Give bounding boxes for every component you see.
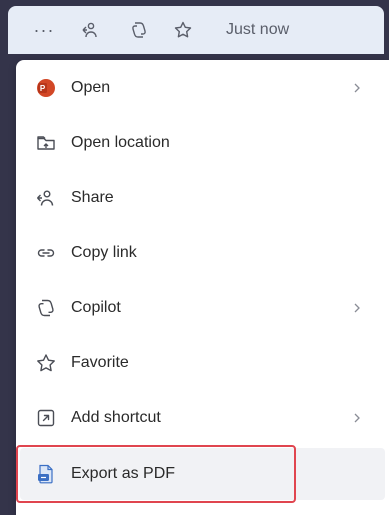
- share-icon: [34, 186, 58, 210]
- menu-item-label: Copilot: [71, 299, 121, 316]
- svg-text:P: P: [40, 84, 46, 93]
- menu-item-label: Share: [71, 189, 114, 206]
- menu-item-open-location[interactable]: Open location: [16, 117, 389, 169]
- menu-item-open[interactable]: P Open: [16, 62, 389, 114]
- shortcut-icon: [34, 406, 58, 430]
- copilot-icon: [34, 296, 58, 320]
- file-row-toolbar: ··· Just now: [8, 6, 384, 54]
- menu-item-label: Add shortcut: [71, 409, 161, 426]
- share-icon[interactable]: [78, 14, 104, 46]
- menu-item-label: Favorite: [71, 354, 129, 371]
- menu-item-share[interactable]: Share: [16, 172, 389, 224]
- more-options-button[interactable]: ···: [32, 14, 56, 46]
- menu-item-copilot[interactable]: Copilot: [16, 282, 389, 334]
- menu-item-favorite[interactable]: Favorite: [16, 337, 389, 389]
- menu-item-label: Copy link: [71, 244, 137, 261]
- menu-item-label: Open: [71, 79, 111, 96]
- star-icon: [34, 351, 58, 375]
- favorite-star-icon[interactable]: [170, 14, 196, 46]
- app-frame: ··· Just now P Open Open location Share …: [0, 0, 389, 515]
- menu-item-add-shortcut[interactable]: Add shortcut: [16, 392, 389, 444]
- menu-item-label: Export as PDF: [71, 465, 176, 482]
- folder-icon: [34, 131, 58, 155]
- copilot-icon[interactable]: [126, 14, 152, 46]
- pdf-export-icon: [34, 462, 58, 486]
- menu-item-copy-link[interactable]: Copy link: [16, 227, 389, 279]
- chevron-right-icon: [351, 300, 363, 316]
- powerpoint-icon: P: [34, 76, 58, 100]
- menu-item-label: Open location: [71, 134, 170, 151]
- link-icon: [34, 241, 58, 265]
- menu-item-export-as-pdf[interactable]: Export as PDF: [16, 448, 389, 500]
- chevron-right-icon: [351, 410, 363, 426]
- modified-time: Just now: [226, 21, 290, 38]
- chevron-right-icon: [351, 80, 363, 96]
- context-menu: P Open Open location Share Copy link Cop…: [16, 60, 389, 515]
